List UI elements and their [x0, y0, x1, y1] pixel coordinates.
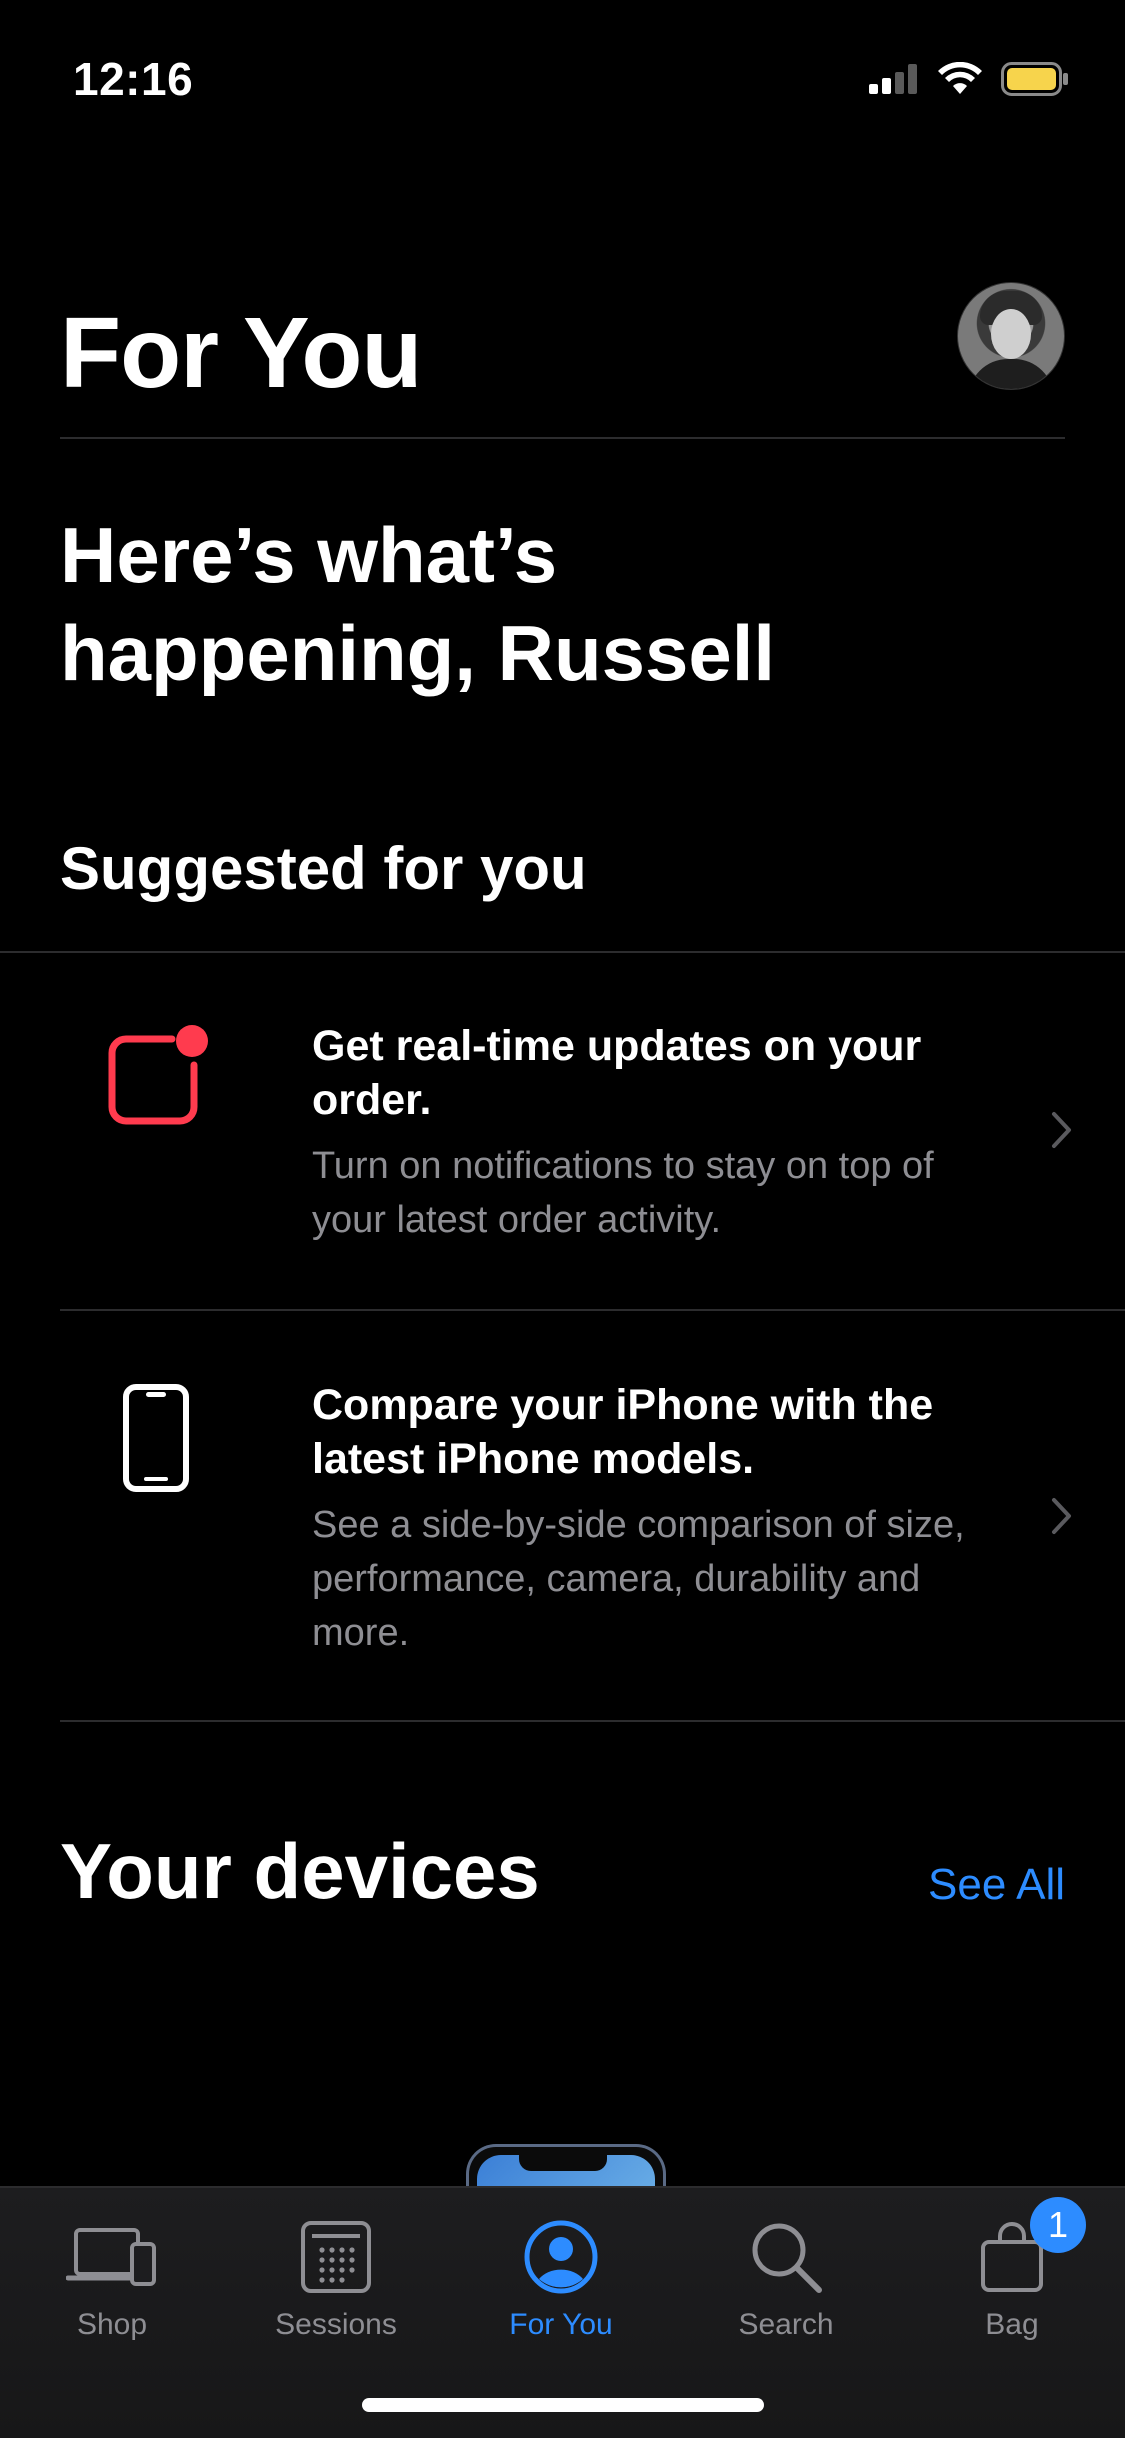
tab-label: Search	[738, 2308, 834, 2341]
suggestion-row-compare-iphone[interactable]: Compare your iPhone with the latest iPho…	[0, 1311, 1125, 1720]
chevron-right-icon	[1052, 1498, 1071, 1534]
tab-label: Shop	[76, 2308, 148, 2341]
suggestion-title: Compare your iPhone with the latest iPho…	[312, 1381, 934, 1483]
cellular-signal-icon	[869, 64, 917, 94]
tab-shop[interactable]: Shop	[12, 2212, 212, 2342]
tab-label: For You	[509, 2308, 613, 2341]
status-time: 12:16	[73, 53, 194, 105]
suggestion-subtitle: Turn on notifications to stay on top of …	[312, 1145, 934, 1241]
header-divider	[60, 437, 1065, 439]
page-title: For You	[60, 297, 423, 409]
tab-for-you[interactable]: For You	[461, 2212, 661, 2342]
person-icon	[524, 2220, 598, 2294]
suggestion-title: Get real-time updates on your order.	[312, 1022, 922, 1124]
devices-icon	[66, 2228, 156, 2286]
calendar-icon	[301, 2221, 371, 2293]
see-all-link[interactable]: See All	[928, 1860, 1065, 1910]
chevron-right-icon	[1052, 1112, 1071, 1148]
row-divider	[60, 1720, 1125, 1722]
suggested-section-title: Suggested for you	[60, 835, 587, 902]
search-icon	[752, 2223, 822, 2293]
battery-icon	[1001, 62, 1068, 96]
greeting-heading: Here’s what’s happening, Russell	[60, 511, 776, 697]
avatar[interactable]	[957, 282, 1065, 390]
suggestion-subtitle: See a side-by-side comparison of size, p…	[312, 1504, 965, 1654]
notification-badge-icon	[108, 1025, 208, 1125]
tab-sessions[interactable]: Sessions	[236, 2212, 436, 2342]
suggestion-row-notifications[interactable]: Get real-time updates on your order. Tur…	[0, 953, 1125, 1309]
devices-section-title: Your devices	[60, 1827, 540, 1915]
bag-count-badge: 1	[1030, 2197, 1086, 2253]
iphone-icon	[123, 1384, 189, 1492]
tab-label: Bag	[985, 2308, 1039, 2341]
tab-search[interactable]: Search	[686, 2212, 886, 2342]
status-icons	[869, 62, 1069, 96]
wifi-icon	[938, 62, 982, 94]
tab-label: Sessions	[275, 2308, 397, 2341]
home-indicator[interactable]	[362, 2398, 764, 2412]
